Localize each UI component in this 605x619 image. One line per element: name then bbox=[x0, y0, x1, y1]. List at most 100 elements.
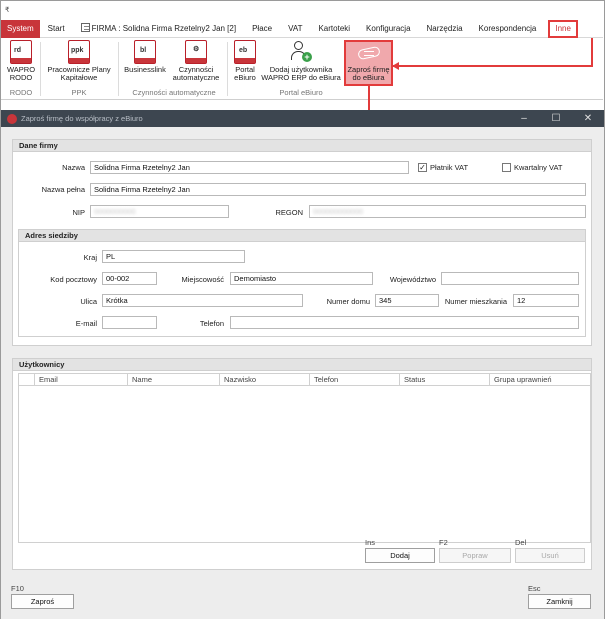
portal-ebiuro-button[interactable]: eb Portal eBiuro bbox=[230, 40, 260, 82]
row-indicator-column bbox=[19, 374, 35, 385]
add-button[interactable]: Dodaj bbox=[365, 548, 435, 563]
group-rodo: RODO bbox=[9, 88, 33, 97]
ppk-icon: ppk bbox=[68, 40, 90, 64]
nazwa-label: Nazwa bbox=[62, 163, 85, 172]
del-shortcut: Del bbox=[515, 538, 527, 547]
add-user-button[interactable]: + Dodaj użytkownika WAPRO ERP do eBiura bbox=[261, 40, 341, 82]
regon-value: 000000000000 bbox=[313, 207, 364, 216]
dialog-titlebar: Zaproś firmę do współpracy z eBiuro – ☐ … bbox=[1, 110, 604, 127]
gear-icon: ⚙ bbox=[185, 40, 207, 64]
ppk-button[interactable]: ppk Pracownicze Plany Kapitałowe bbox=[43, 40, 115, 82]
add-user-icon: + bbox=[289, 40, 313, 64]
kwartalny-vat-label: Kwartalny VAT bbox=[514, 163, 563, 172]
wojewodztwo-input[interactable] bbox=[441, 272, 579, 285]
ebiuro-icon: eb bbox=[234, 40, 256, 64]
document-icon bbox=[80, 22, 90, 32]
kraj-input[interactable]: PL bbox=[102, 250, 245, 263]
businesslink-icon: bl bbox=[134, 40, 156, 64]
f2-shortcut: F2 bbox=[439, 538, 448, 547]
users-title: Użytkownicy bbox=[13, 359, 591, 371]
email-input[interactable] bbox=[102, 316, 157, 329]
portal-label2: eBiuro bbox=[234, 73, 256, 82]
nazwa-input[interactable]: Solidna Firma Rzetelny2 Jan bbox=[90, 161, 409, 174]
invite-label2: do eBiura bbox=[352, 73, 385, 82]
wapro-rodo-button[interactable]: rd WAPRO RODO bbox=[4, 40, 38, 82]
wapro-rodo-label2: RODO bbox=[9, 73, 33, 82]
kod-pocztowy-label: Kod pocztowy bbox=[50, 275, 97, 284]
telefon-input[interactable] bbox=[230, 316, 579, 329]
kod-pocztowy-input[interactable]: 00-002 bbox=[102, 272, 157, 285]
czynnosci-button[interactable]: ⚙ Czynności automatyczne bbox=[169, 40, 223, 82]
column-telefon[interactable]: Telefon bbox=[310, 374, 400, 385]
invite-company-button[interactable]: Zaproś firmę do eBiura bbox=[344, 42, 393, 82]
businesslink-button[interactable]: bl Businesslink bbox=[122, 40, 168, 74]
wojewodztwo-label: Województwo bbox=[389, 275, 436, 284]
column-nazwisko[interactable]: Nazwisko bbox=[220, 374, 310, 385]
czynnosci-label2: automatyczne bbox=[172, 73, 220, 82]
column-name[interactable]: Name bbox=[128, 374, 220, 385]
tab-inne[interactable]: Inne bbox=[548, 19, 578, 38]
ins-shortcut: Ins bbox=[365, 538, 376, 547]
ribbon: rd WAPRO RODO ppk Pracownicze Plany Kapi… bbox=[1, 38, 603, 100]
column-status[interactable]: Status bbox=[400, 374, 490, 385]
tab-firma[interactable]: FIRMA : Solidna Firma Rzetelny2 Jan [2] bbox=[73, 20, 245, 38]
numer-domu-label: Numer domu bbox=[326, 297, 370, 306]
regon-input[interactable]: 000000000000 bbox=[309, 205, 586, 218]
tab-system[interactable]: System bbox=[1, 19, 40, 38]
dialog-title: Zaproś firmę do współpracy z eBiuro bbox=[21, 114, 143, 123]
invite-dialog: Zaproś firmę do współpracy z eBiuro – ☐ … bbox=[1, 110, 604, 619]
nip-value: 0000000000 bbox=[94, 207, 136, 216]
add-user-label2: WAPRO ERP do eBiura bbox=[261, 73, 341, 82]
regon-label: REGON bbox=[275, 208, 303, 217]
ppk-label2: Kapitałowe bbox=[60, 73, 98, 82]
nazwa-pelna-label: Nazwa pełna bbox=[41, 185, 85, 194]
ulica-label: Ulica bbox=[80, 297, 97, 306]
users-table[interactable]: Email Name Nazwisko Telefon Status Grupa… bbox=[18, 373, 591, 543]
menu-bar: System Start FIRMA : Solidna Firma Rzete… bbox=[1, 19, 603, 38]
ulica-input[interactable]: Krótka bbox=[102, 294, 303, 307]
nazwa-pelna-input[interactable]: Solidna Firma Rzetelny2 Jan bbox=[90, 183, 586, 196]
maximize-icon[interactable]: ☐ bbox=[540, 113, 572, 124]
delete-button[interactable]: Usuń bbox=[515, 548, 585, 563]
tab-konfiguracja[interactable]: Konfiguracja bbox=[358, 20, 418, 38]
app-logo-icon bbox=[7, 113, 17, 124]
column-email[interactable]: Email bbox=[35, 374, 128, 385]
company-data-panel: Dane firmy Nazwa Solidna Firma Rzetelny2… bbox=[12, 139, 592, 346]
ribbon-separator bbox=[227, 42, 228, 96]
annotation-arrow-line bbox=[392, 65, 592, 67]
tab-firma-label: FIRMA : Solidna Firma Rzetelny2 Jan [2] bbox=[91, 23, 237, 33]
numer-domu-input[interactable]: 345 bbox=[375, 294, 439, 307]
kwartalny-vat-checkbox[interactable] bbox=[502, 163, 511, 172]
tab-narzedzia[interactable]: Narzędzia bbox=[419, 20, 471, 38]
company-data-title: Dane firmy bbox=[13, 140, 591, 152]
tab-start[interactable]: Start bbox=[40, 20, 73, 38]
email-label: E-mail bbox=[75, 319, 97, 328]
platnik-vat-label: Płatnik VAT bbox=[430, 163, 469, 172]
miejscowosc-input[interactable]: Demomiasto bbox=[230, 272, 373, 285]
invite-submit-button[interactable]: Zaproś bbox=[11, 594, 74, 609]
numer-mieszkania-input[interactable]: 12 bbox=[513, 294, 579, 307]
users-table-header: Email Name Nazwisko Telefon Status Grupa… bbox=[19, 374, 590, 386]
annotation-arrowhead bbox=[392, 62, 399, 70]
annotation-arrow-line bbox=[591, 38, 593, 67]
rodo-icon: rd bbox=[10, 40, 32, 64]
close-icon[interactable]: ✕ bbox=[572, 113, 604, 124]
address-title: Adres siedziby bbox=[19, 230, 585, 242]
close-button[interactable]: Zamknij bbox=[528, 594, 591, 609]
tab-kartoteki[interactable]: Kartoteki bbox=[310, 20, 358, 38]
group-czynnosci: Czynności automatyczne bbox=[132, 88, 216, 97]
kraj-label: Kraj bbox=[83, 253, 97, 262]
nip-input[interactable]: 0000000000 bbox=[90, 205, 229, 218]
tab-vat[interactable]: VAT bbox=[280, 20, 310, 38]
esc-shortcut: Esc bbox=[528, 584, 541, 593]
group-portal-ebiuro: Portal eBiuro bbox=[279, 88, 323, 97]
tab-place[interactable]: Płace bbox=[244, 20, 280, 38]
minimize-icon[interactable]: – bbox=[508, 113, 540, 124]
column-grupa-uprawnien[interactable]: Grupa uprawnień bbox=[490, 374, 590, 385]
platnik-vat-checkbox[interactable]: ✓ bbox=[418, 163, 427, 172]
group-ppk: PPK bbox=[71, 88, 87, 97]
edit-button[interactable]: Popraw bbox=[439, 548, 511, 563]
miejscowosc-label: Miejscowość bbox=[181, 275, 224, 284]
tab-korespondencja[interactable]: Korespondencja bbox=[471, 20, 545, 38]
numer-mieszkania-label: Numer mieszkania bbox=[444, 297, 507, 306]
